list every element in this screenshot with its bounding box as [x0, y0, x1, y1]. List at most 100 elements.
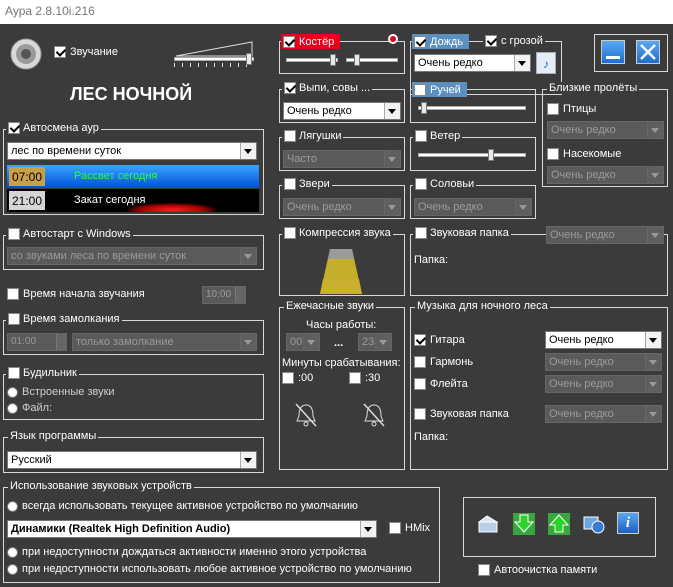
campfire-volume-slider[interactable]: [286, 53, 341, 67]
autostart-mode-select[interactable]: со звуками леса по времени суток: [7, 247, 257, 265]
sunset-time-field[interactable]: 21:00: [9, 191, 45, 210]
start-time-spinner[interactable]: 10:00: [202, 286, 246, 304]
aura-mode-select[interactable]: лес по времени суток: [7, 142, 257, 160]
owls-checkbox[interactable]: [284, 82, 296, 94]
beasts-checkbox[interactable]: [284, 178, 296, 190]
bell-00-disabled-icon[interactable]: [294, 402, 318, 431]
accordion-checkbox[interactable]: [414, 356, 426, 368]
stream-header[interactable]: Ручей: [412, 82, 467, 97]
device-any-option[interactable]: при недоступности использовать любое акт…: [7, 563, 412, 575]
compression-checkbox[interactable]: [284, 227, 296, 239]
device-always-option[interactable]: всегда использовать текущее активное уст…: [7, 500, 358, 512]
birds-checkbox[interactable]: [547, 103, 559, 115]
rain-file-icon[interactable]: ♪: [536, 52, 556, 74]
birds-toggle[interactable]: Птицы: [547, 103, 596, 115]
alarm-file-label: Файл:: [22, 402, 53, 414]
nightingales-frequency-select[interactable]: Очень редко: [414, 198, 532, 216]
hmix-toggle[interactable]: HMix: [389, 522, 430, 534]
device-select[interactable]: Динамики (Realtek High Definition Audio): [7, 520, 377, 538]
info-icon[interactable]: i: [617, 512, 639, 534]
campfire-balance-slider[interactable]: [346, 53, 401, 67]
hours-to-select[interactable]: 23: [358, 333, 392, 351]
guitar-frequency-select[interactable]: Очень редко: [545, 331, 662, 349]
device-any-radio[interactable]: [7, 563, 18, 575]
campfire-header[interactable]: Костёр: [281, 34, 341, 49]
guitar-checkbox[interactable]: [414, 334, 426, 346]
device-wait-label: при недоступности дождаться активности и…: [22, 546, 367, 558]
rain-header[interactable]: Дождь: [412, 34, 470, 49]
upload-icon[interactable]: [547, 512, 571, 536]
alarm-file-radio[interactable]: [7, 402, 18, 414]
rain-checkbox[interactable]: [414, 35, 426, 48]
alarm-checkbox[interactable]: [8, 367, 20, 379]
campfire-record-icon[interactable]: [388, 34, 398, 44]
sound-folder-frequency-select[interactable]: Очень редко: [546, 226, 664, 244]
work-hours-label: Часы работы:: [306, 319, 377, 331]
minute-00-toggle[interactable]: :00: [282, 372, 313, 384]
birds-frequency-select[interactable]: Очень редко: [547, 121, 664, 139]
lock-time-checkbox[interactable]: [8, 313, 20, 325]
music-folder-frequency-select[interactable]: Очень редко: [545, 405, 662, 423]
alarm-builtin-option[interactable]: Встроенные звуки: [7, 386, 115, 398]
language-select[interactable]: Русский: [7, 451, 257, 469]
minute-30-toggle[interactable]: :30: [349, 372, 380, 384]
frogs-frequency-select[interactable]: Часто: [283, 150, 401, 168]
hours-from-select[interactable]: 00: [286, 333, 320, 351]
alarm-file-option[interactable]: Файл:: [7, 402, 52, 414]
minute-30-checkbox[interactable]: [349, 372, 361, 384]
insects-frequency-select[interactable]: Очень редко: [547, 166, 664, 184]
device-wait-option[interactable]: при недоступности дождаться активности и…: [7, 546, 366, 558]
sound-folder-checkbox[interactable]: [415, 227, 427, 239]
music-folder-toggle[interactable]: Звуковая папка: [414, 408, 509, 420]
flute-toggle[interactable]: Флейта: [414, 378, 468, 390]
beasts-frequency-select[interactable]: Очень редко: [283, 198, 401, 216]
start-time-checkbox[interactable]: [7, 288, 19, 300]
lock-time-spinner[interactable]: 01:00: [7, 333, 67, 351]
nightingales-checkbox[interactable]: [415, 178, 427, 190]
accordion-frequency-select[interactable]: Очень редко: [545, 353, 662, 371]
autoclean-checkbox[interactable]: [478, 564, 490, 576]
sound-checkbox[interactable]: [54, 46, 66, 58]
campfire-checkbox[interactable]: [283, 35, 295, 48]
autoclean-toggle[interactable]: Автоочистка памяти: [478, 564, 597, 576]
lock-mode-select[interactable]: только замолкание: [72, 333, 257, 351]
sound-toggle[interactable]: Звучание: [54, 46, 118, 58]
music-folder-path-label: Папка:: [414, 431, 449, 443]
nightingales-label: Соловьи: [430, 178, 475, 190]
close-button[interactable]: [636, 40, 660, 64]
frogs-checkbox[interactable]: [284, 130, 296, 142]
owls-label: Выпи, совы ...: [299, 82, 371, 94]
insects-checkbox[interactable]: [547, 148, 559, 160]
clean-icon[interactable]: [477, 514, 499, 536]
stream-volume-slider[interactable]: [418, 101, 528, 115]
flute-frequency-select[interactable]: Очень редко: [545, 375, 662, 393]
start-time-toggle[interactable]: Время начала звучания: [7, 288, 145, 300]
guitar-toggle[interactable]: Гитара: [414, 334, 465, 346]
rain-frequency-select[interactable]: Очень редко: [414, 54, 531, 72]
minimize-button[interactable]: [601, 40, 625, 64]
sunrise-time-field[interactable]: 07:00: [9, 167, 45, 186]
flute-checkbox[interactable]: [414, 378, 426, 390]
alarm-builtin-radio[interactable]: [7, 386, 18, 398]
sunrise-row: 07:00 Рассвет сегодня: [7, 165, 259, 188]
stream-checkbox[interactable]: [414, 83, 426, 96]
bell-30-disabled-icon[interactable]: [362, 402, 386, 431]
minute-00-checkbox[interactable]: [282, 372, 294, 384]
thunder-checkbox[interactable]: [485, 35, 497, 47]
owls-frequency-select[interactable]: Очень редко: [283, 102, 401, 120]
settings-icon[interactable]: [583, 513, 605, 535]
devices-label: Использование звуковых устройств: [10, 480, 192, 492]
device-always-radio[interactable]: [7, 500, 18, 512]
autostart-checkbox[interactable]: [8, 228, 20, 240]
device-wait-radio[interactable]: [7, 546, 18, 558]
download-icon[interactable]: [512, 512, 536, 536]
hmix-checkbox[interactable]: [389, 522, 401, 534]
aura-change-checkbox[interactable]: [8, 122, 20, 134]
wind-checkbox[interactable]: [415, 130, 427, 142]
thunder-toggle[interactable]: с грозой: [483, 35, 545, 47]
music-folder-checkbox[interactable]: [414, 408, 426, 420]
insects-toggle[interactable]: Насекомые: [547, 148, 621, 160]
wind-volume-slider[interactable]: [418, 148, 528, 162]
accordion-toggle[interactable]: Гармонь: [414, 356, 473, 368]
master-volume-slider[interactable]: [172, 40, 258, 67]
